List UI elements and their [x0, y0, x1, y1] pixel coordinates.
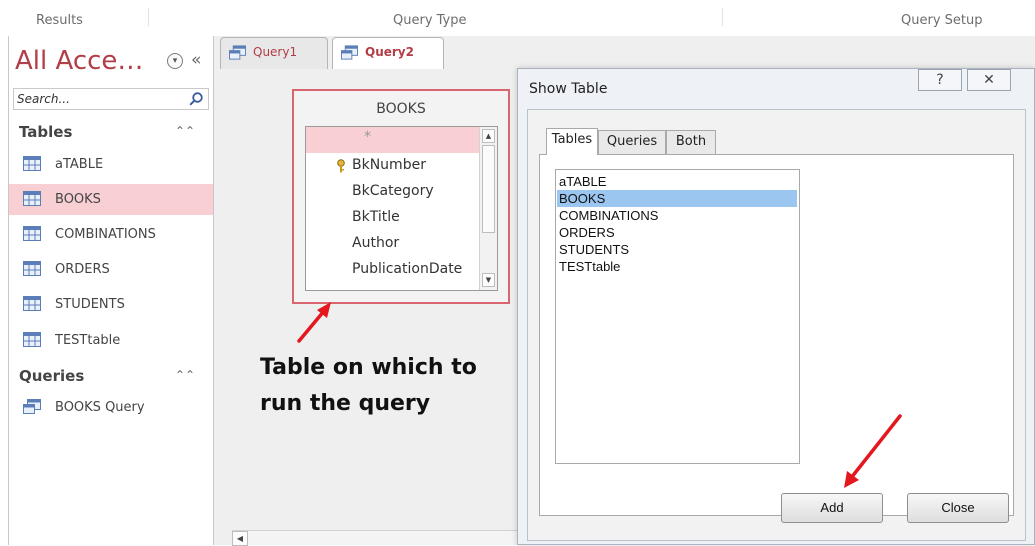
help-button[interactable]: ? [918, 69, 962, 91]
dialog-title: Show Table [529, 81, 608, 97]
list-item-orders[interactable]: ORDERS [557, 224, 797, 241]
list-item-books[interactable]: BOOKS [557, 190, 797, 207]
nav-group-label: Tables [19, 123, 73, 141]
list-item-atable[interactable]: aTABLE [557, 173, 797, 190]
nav-search-input[interactable] [17, 91, 177, 107]
field-publicationdate[interactable]: PublicationDate [306, 257, 480, 283]
ribbon-group-labels: Results Query Type Query Setup [0, 0, 1035, 36]
nav-item-atable[interactable]: aTABLE [9, 149, 213, 180]
tables-tab-panel: aTABLE BOOKS COMBINATIONS ORDERS STUDENT… [539, 154, 1014, 516]
nav-menu-dropdown-icon[interactable]: ▾ [167, 53, 183, 69]
ribbon-group-results: Results [36, 13, 83, 28]
nav-item-label: TESTtable [55, 333, 121, 348]
field-list[interactable]: * BkNumber BkCategory BkTitle Author Pub… [305, 126, 498, 291]
nav-item-books[interactable]: BOOKS [9, 184, 213, 215]
nav-item-label: STUDENTS [55, 297, 125, 312]
dialog-close-button[interactable]: ✕ [967, 69, 1011, 91]
list-item-students[interactable]: STUDENTS [557, 241, 797, 258]
nav-item-testtable[interactable]: TESTtable [9, 325, 213, 356]
tab-query1[interactable]: Query1 [220, 37, 328, 69]
show-table-dialog: Show Table ? ✕ Tables Queries Both aTABL… [517, 68, 1035, 545]
table-icon [23, 261, 41, 276]
nav-header: All Acce… ▾ « [9, 36, 213, 88]
help-icon: ? [936, 72, 944, 88]
query-icon [23, 399, 41, 414]
primary-key-icon [337, 159, 345, 173]
add-button[interactable]: Add [781, 493, 883, 523]
nav-group-queries[interactable]: Queries ⌃⌃ [9, 364, 213, 388]
nav-item-label: ORDERS [55, 262, 110, 277]
tab-both[interactable]: Both [666, 130, 716, 154]
field-bkcategory[interactable]: BkCategory [306, 179, 480, 205]
field-list-title[interactable]: BOOKS [294, 101, 508, 117]
ribbon-separator [148, 8, 149, 26]
nav-item-label: COMBINATIONS [55, 227, 156, 242]
table-icon [23, 156, 41, 171]
close-button[interactable]: Close [907, 493, 1009, 523]
nav-item-label: BOOKS [55, 192, 101, 207]
ribbon-group-query-type: Query Type [393, 13, 467, 28]
table-listbox[interactable]: aTABLE BOOKS COMBINATIONS ORDERS STUDENT… [555, 169, 800, 464]
tab-label: Query2 [365, 45, 414, 59]
dialog-body: Tables Queries Both aTABLE BOOKS COMBINA… [527, 109, 1026, 541]
nav-item-label: BOOKS Query [55, 400, 145, 415]
search-icon[interactable] [188, 91, 204, 107]
annotation-text: Table on which to run the query [260, 355, 477, 416]
scroll-thumb[interactable] [482, 145, 495, 233]
collapse-group-icon[interactable]: ⌃⌃ [175, 368, 195, 382]
list-item-testtable[interactable]: TESTtable [557, 258, 797, 275]
nav-group-label: Queries [19, 367, 85, 385]
table-icon [23, 191, 41, 206]
table-icon [23, 296, 41, 311]
ribbon-separator [722, 8, 723, 26]
field-bknumber[interactable]: BkNumber [306, 153, 480, 179]
nav-item-books-query[interactable]: BOOKS Query [9, 392, 213, 423]
nav-item-orders[interactable]: ORDERS [9, 254, 213, 285]
list-item-combinations[interactable]: COMBINATIONS [557, 207, 797, 224]
query-icon [341, 45, 358, 60]
nav-group-tables[interactable]: Tables ⌃⌃ [9, 120, 213, 144]
scroll-up-icon[interactable]: ▲ [482, 129, 495, 143]
collapse-group-icon[interactable]: ⌃⌃ [175, 124, 195, 138]
field-author[interactable]: Author [306, 231, 480, 257]
nav-item-label: aTABLE [55, 157, 104, 172]
tab-query2[interactable]: Query2 [332, 37, 444, 70]
table-icon [23, 226, 41, 241]
navigation-pane: All Acce… ▾ « Tables ⌃⌃ aTABLE BOOKS COM… [8, 36, 214, 545]
tab-tables[interactable]: Tables [546, 128, 598, 155]
tab-queries[interactable]: Queries [598, 130, 666, 154]
design-horizontal-scrollbar[interactable]: ◀ [232, 530, 522, 546]
field-all-columns[interactable]: * [306, 127, 480, 153]
query-icon [229, 45, 246, 60]
nav-pane-title[interactable]: All Acce… [15, 46, 143, 76]
nav-item-students[interactable]: STUDENTS [9, 289, 213, 320]
field-bktitle[interactable]: BkTitle [306, 205, 480, 231]
field-list-books[interactable]: BOOKS * BkNumber BkCategory BkTitle Auth… [292, 89, 510, 304]
collapse-pane-icon[interactable]: « [191, 50, 201, 70]
document-tab-strip: Query1 Query2 [214, 36, 1035, 70]
ribbon-group-query-setup: Query Setup [901, 13, 983, 28]
nav-item-combinations[interactable]: COMBINATIONS [9, 219, 213, 250]
table-icon [23, 332, 41, 347]
scroll-down-icon[interactable]: ▼ [482, 273, 495, 287]
close-icon: ✕ [983, 72, 995, 88]
scroll-left-icon[interactable]: ◀ [232, 531, 248, 546]
tab-label: Query1 [253, 45, 298, 59]
field-list-scrollbar[interactable]: ▲ ▼ [479, 127, 497, 290]
nav-search-box[interactable] [13, 88, 209, 110]
